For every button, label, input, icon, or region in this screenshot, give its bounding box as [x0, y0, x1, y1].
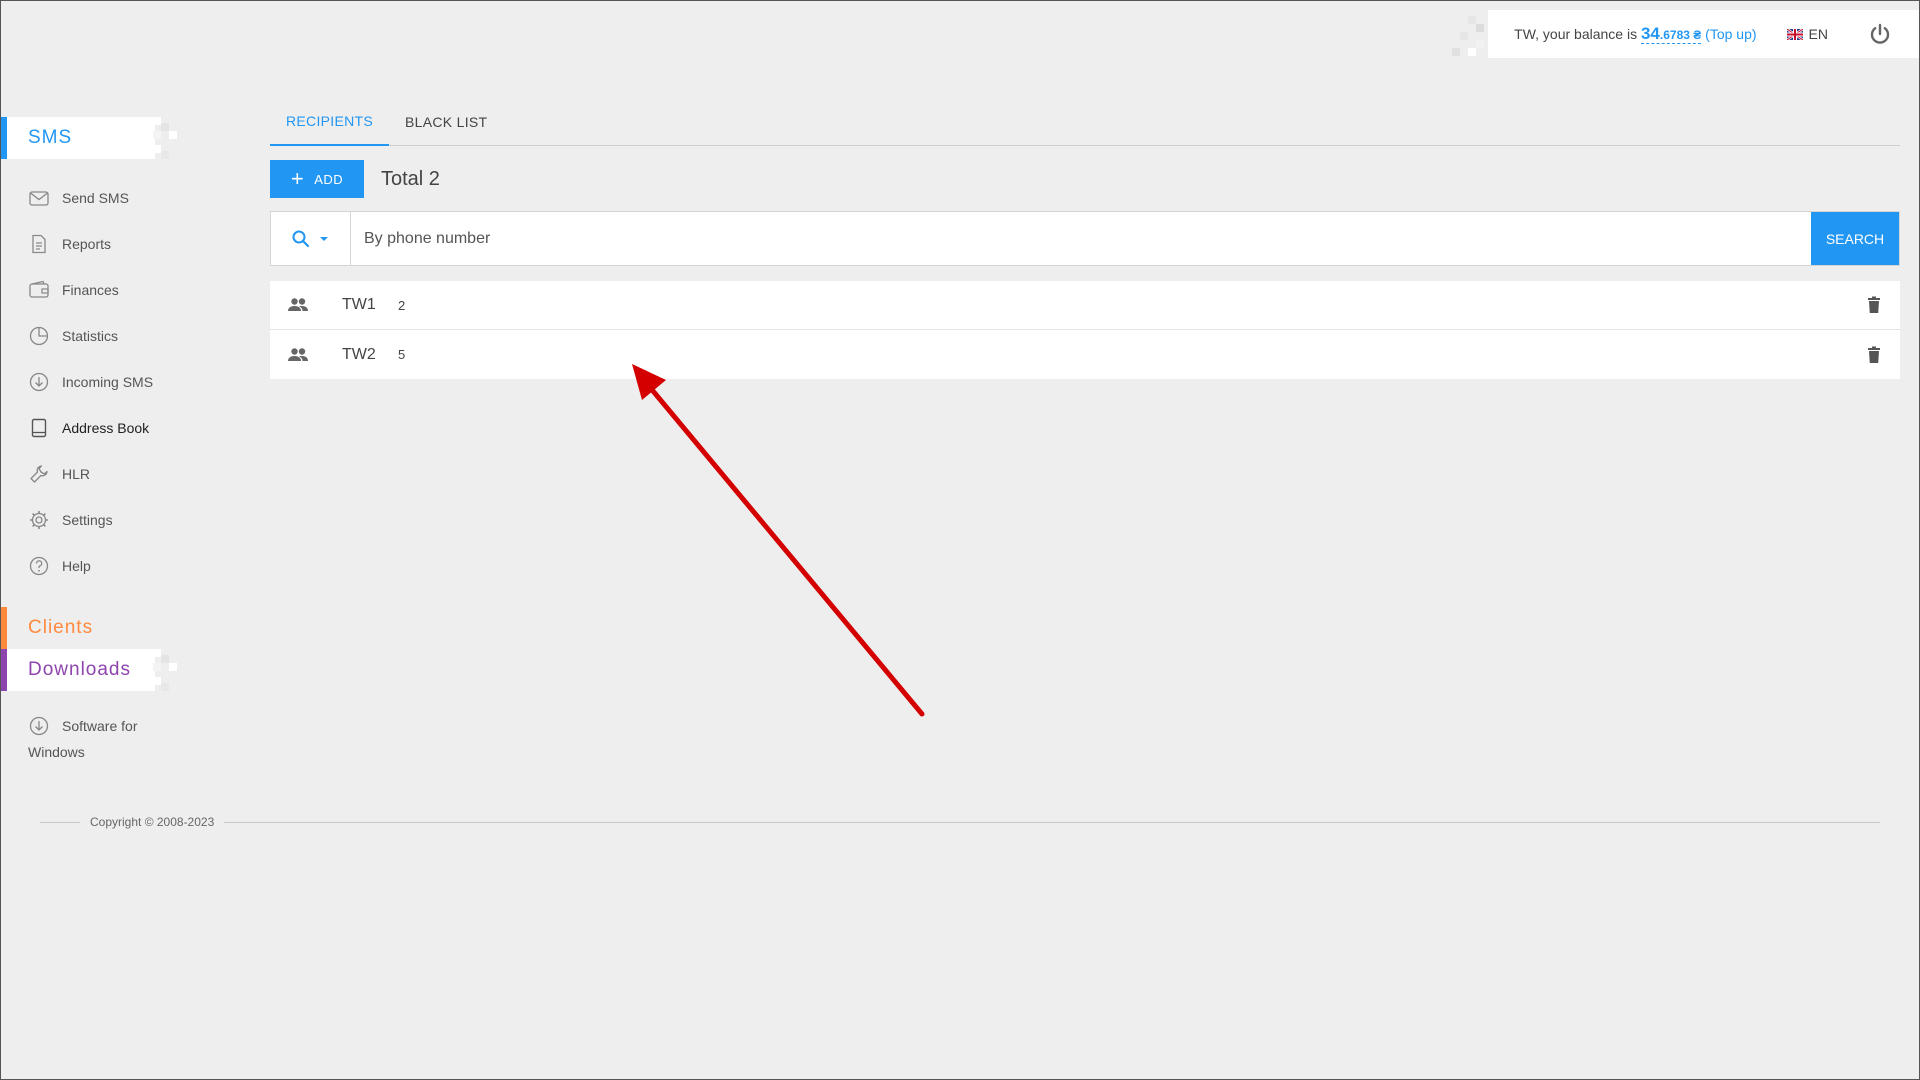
sidebar-item-label: Help: [62, 558, 91, 574]
power-icon[interactable]: [1868, 22, 1892, 46]
sidebar-item-finances[interactable]: Finances: [0, 267, 190, 313]
sidebar-item-software-windows[interactable]: Software for Windows: [0, 705, 190, 765]
search-bar: SEARCH: [270, 211, 1900, 266]
uk-flag-icon: [1786, 28, 1803, 40]
balance-amount[interactable]: 34.6783 ₴: [1640, 24, 1702, 44]
balance-prefix: TW, your balance is: [1514, 26, 1641, 42]
tab-recipients[interactable]: RECIPIENTS: [270, 98, 390, 146]
sidebar-section-clients[interactable]: Clients: [0, 607, 155, 649]
sidebar-item-label: Reports: [62, 236, 112, 252]
group-name: TW2: [342, 345, 376, 363]
add-button-label: ADD: [314, 171, 344, 187]
search-icon: [292, 230, 309, 247]
sidebar-item-label: Send SMS: [62, 190, 129, 206]
sidebar-item-label: Software for: [62, 718, 138, 734]
sidebar-item-label: Settings: [62, 512, 113, 528]
sidebar-section-downloads[interactable]: Downloads: [0, 649, 177, 691]
group-count: 2: [398, 297, 406, 313]
sidebar-section-sms[interactable]: SMS: [0, 117, 177, 159]
sidebar-item-label: Statistics: [62, 328, 119, 344]
pixel-decoration-icon: [153, 117, 177, 159]
sidebar-item-label: Finances: [62, 282, 119, 298]
topup-open: (: [1701, 26, 1710, 42]
language-selector[interactable]: EN: [1786, 26, 1828, 42]
group-name: TW1: [342, 296, 376, 313]
list-item[interactable]: TW1 2: [270, 281, 1900, 330]
sidebar-item-label: HLR: [62, 466, 91, 482]
sidebar-item-send-sms[interactable]: Send SMS: [0, 175, 190, 221]
sidebar: SMS Send SMS Reports Finances Statistics…: [0, 117, 190, 765]
document-icon: [32, 234, 46, 254]
list-item[interactable]: TW2 5: [270, 330, 1900, 379]
group-icon: [288, 347, 308, 361]
add-button[interactable]: + ADD: [270, 160, 364, 198]
download-icon: [29, 716, 49, 736]
topup-close: ): [1751, 26, 1757, 42]
software-windows-label: Software for Windows: [28, 713, 137, 765]
pixel-decoration-icon: [1452, 16, 1485, 56]
pie-chart-icon: [29, 326, 49, 346]
sidebar-item-label: Address Book: [62, 420, 150, 436]
software-windows-line1: Software for: [28, 713, 137, 739]
tab-bar: RECIPIENTS BLACK LIST: [270, 98, 1900, 146]
section-color-bar: [0, 607, 7, 649]
trash-icon[interactable]: [1864, 345, 1884, 365]
tab-black-list[interactable]: BLACK LIST: [389, 98, 503, 146]
balance-info: TW, your balance is 34.6783 ₴ (Top up): [1514, 24, 1757, 44]
actions-row: + ADD Total 2: [270, 160, 1900, 198]
sidebar-item-statistics[interactable]: Statistics: [0, 313, 190, 359]
section-color-bar: [0, 649, 7, 691]
balance-dec: .6783 ₴: [1659, 28, 1702, 42]
section-label-sms: SMS: [28, 127, 73, 148]
gear-icon: [30, 511, 48, 529]
section-label-clients: Clients: [28, 617, 94, 638]
sidebar-item-help[interactable]: Help: [0, 543, 190, 589]
incoming-icon: [29, 372, 49, 392]
balance-int: 34: [1640, 24, 1660, 43]
sidebar-item-label: Incoming SMS: [62, 374, 154, 390]
footer-divider: [40, 821, 80, 823]
plus-icon: +: [290, 166, 305, 191]
copyright: Copyright © 2008-2023: [90, 815, 215, 829]
sidebar-item-settings[interactable]: Settings: [0, 497, 190, 543]
sidebar-item-reports[interactable]: Reports: [0, 221, 190, 267]
envelope-icon: [29, 191, 49, 206]
sidebar-item-incoming-sms[interactable]: Incoming SMS: [0, 359, 190, 405]
footer-divider: [224, 821, 1880, 823]
top-bar: TW, your balance is 34.6783 ₴ (Top up) E…: [1452, 10, 1920, 58]
footer: Copyright © 2008-2023: [40, 815, 1880, 829]
help-icon: [29, 556, 49, 576]
sidebar-item-hlr[interactable]: HLR: [0, 451, 190, 497]
section-color-bar: [0, 117, 7, 159]
topup-link[interactable]: Top up: [1710, 26, 1752, 42]
search-input[interactable]: [351, 212, 1811, 265]
search-type-dropdown[interactable]: [271, 212, 351, 265]
address-book-icon: [31, 418, 47, 438]
sidebar-item-label: Windows: [28, 744, 85, 760]
sidebar-item-address-book[interactable]: Address Book: [0, 405, 190, 451]
total-count: Total 2: [381, 167, 440, 190]
search-button[interactable]: SEARCH: [1811, 212, 1899, 265]
group-icon: [288, 298, 308, 311]
groups-list: TW1 2 TW2 5: [270, 281, 1900, 379]
section-label-downloads: Downloads: [28, 659, 131, 680]
wallet-icon: [29, 280, 49, 298]
wrench-icon: [30, 465, 48, 483]
main-content: RECIPIENTS BLACK LIST + ADD Total 2 SEAR…: [270, 98, 1900, 379]
pixel-decoration-icon: [153, 649, 177, 691]
language-label: EN: [1808, 26, 1828, 42]
group-count: 5: [398, 347, 406, 362]
caret-down-icon: [319, 236, 328, 241]
trash-icon[interactable]: [1864, 295, 1884, 315]
